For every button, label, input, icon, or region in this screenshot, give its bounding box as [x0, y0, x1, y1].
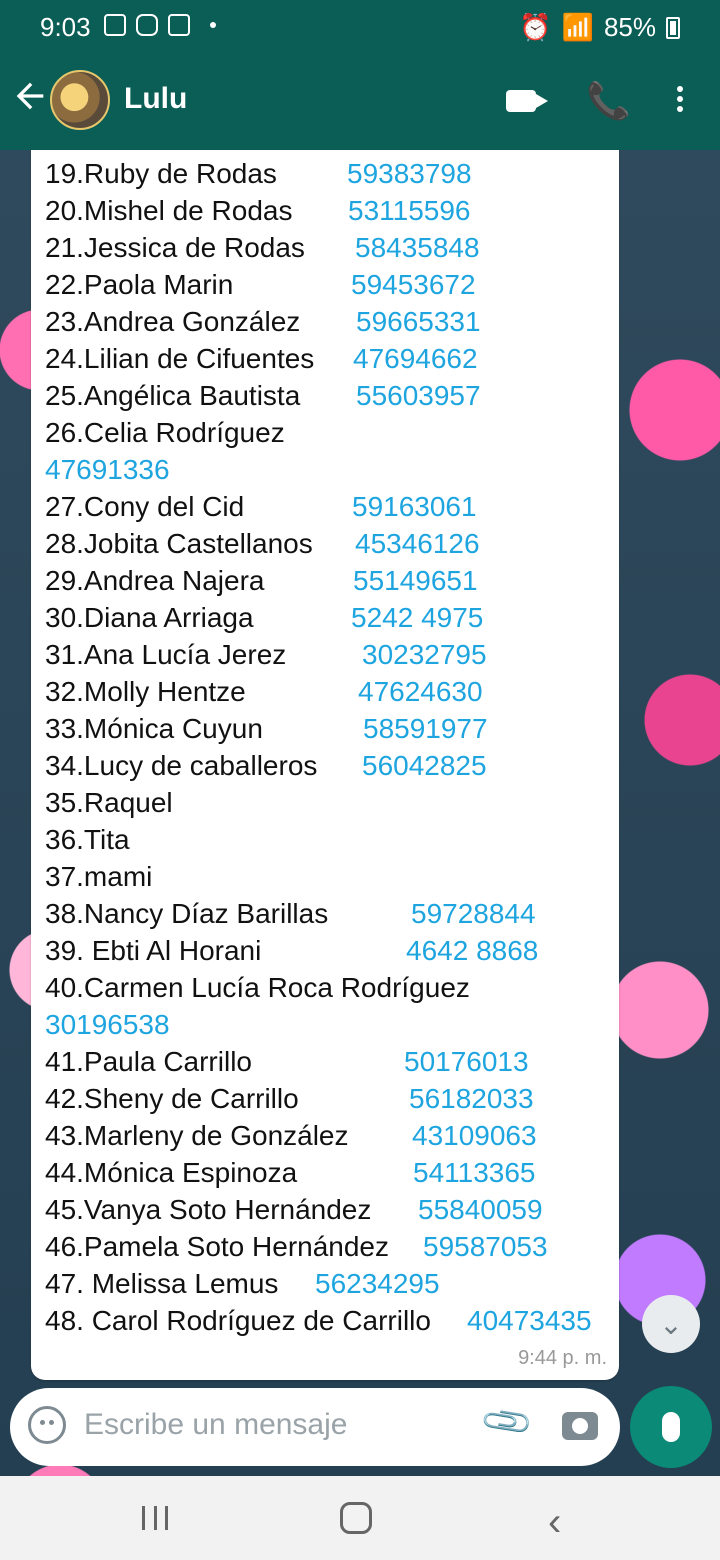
phone-number-link[interactable]: 55603957	[356, 377, 481, 414]
contact-entry-name: 43.Marleny de González	[45, 1120, 349, 1151]
contact-entry-name: 46.Pamela Soto Hernández	[45, 1231, 389, 1262]
video-call-icon[interactable]	[506, 90, 548, 112]
contact-name[interactable]: Lulu	[124, 82, 187, 116]
emoji-icon[interactable]	[28, 1406, 66, 1444]
phone-number-link[interactable]: 55149651	[353, 562, 478, 599]
system-nav-bar: ‹	[0, 1476, 720, 1560]
phone-number-link[interactable]: 5242 4975	[351, 599, 483, 636]
contact-entry-name: 26.Celia Rodríguez	[45, 417, 285, 448]
battery-icon	[666, 16, 680, 39]
phone-number-link[interactable]: 45346126	[355, 525, 480, 562]
contact-entry-name: 47. Melissa Lemus	[45, 1268, 279, 1299]
contact-entry-name: 40.Carmen Lucía Roca Rodríguez	[45, 972, 470, 1003]
phone-number-link[interactable]: 30232795	[362, 636, 487, 673]
contact-entry-name: 45.Vanya Soto Hernández	[45, 1194, 372, 1225]
phone-number-link[interactable]: 53115596	[348, 192, 471, 229]
phone-number-link[interactable]: 59383798	[347, 155, 472, 192]
contact-entry-name: 22.Paola Marin	[45, 269, 234, 300]
phone-number-link[interactable]: 59587053	[423, 1228, 548, 1265]
contact-entry-name: 44.Mónica Espinoza	[45, 1157, 298, 1188]
contact-entry-name: 25.Angélica Bautista	[45, 380, 301, 411]
message-timestamp: 9:44 p. m.	[518, 1347, 607, 1369]
camera-icon[interactable]	[562, 1412, 598, 1440]
phone-number-link[interactable]: 50176013	[404, 1043, 529, 1080]
battery-percent: 85%	[603, 12, 656, 42]
mic-icon	[662, 1412, 680, 1442]
phone-number-link[interactable]: 59728844	[411, 895, 536, 932]
message-text: 19.Ruby de Rodas 59383798 20.Mishel de Ro…	[45, 155, 609, 1339]
mic-button[interactable]	[630, 1386, 712, 1468]
contact-entry-name: 48. Carol Rodríguez de Carrillo	[45, 1305, 431, 1336]
contact-entry-name: 37.mami	[45, 861, 153, 892]
contact-entry-name: 35.Raquel	[45, 787, 173, 818]
contact-entry-name: 34.Lucy de caballeros	[45, 750, 318, 781]
chat-header: Lulu 📞	[0, 52, 720, 150]
contact-entry-name: 29.Andrea Najera	[45, 565, 265, 596]
contact-entry-name: 23.Andrea González	[45, 306, 301, 337]
phone-number-link[interactable]: 55840059	[418, 1191, 543, 1228]
mail-icon	[168, 14, 190, 36]
phone-number-link[interactable]: 56234295	[315, 1265, 440, 1302]
message-input[interactable]: Escribe un mensaje	[84, 1408, 347, 1442]
back-arrow-icon[interactable]	[10, 76, 50, 116]
attach-icon[interactable]: 📎	[478, 1393, 536, 1451]
system-icons: ⏰ 📶 85%	[519, 12, 680, 43]
phone-number-link[interactable]: 47624630	[358, 673, 483, 710]
phone-number-link[interactable]: 47694662	[353, 340, 478, 377]
phone-number-link[interactable]: 47691336	[45, 451, 170, 488]
alarm-icon: ⏰	[519, 12, 552, 42]
phone-number-link[interactable]: 59665331	[356, 303, 481, 340]
contact-avatar[interactable]	[50, 70, 110, 130]
recent-apps-icon[interactable]	[142, 1506, 168, 1530]
notification-icons	[104, 14, 216, 36]
contact-entry-name: 36.Tita	[45, 824, 130, 855]
contact-entry-name: 39. Ebti Al Horani	[45, 935, 262, 966]
contact-entry-name: 33.Mónica Cuyun	[45, 713, 263, 744]
phone-call-icon[interactable]: 📞	[586, 80, 631, 122]
phone-number-link[interactable]: 54113365	[413, 1154, 536, 1191]
status-time: 9:03	[40, 12, 91, 42]
message-bubble[interactable]: 19.Ruby de Rodas 59383798 20.Mishel de Ro…	[31, 150, 619, 1380]
more-notifications-icon	[210, 22, 216, 28]
contact-entry-name: 38.Nancy Díaz Barillas	[45, 898, 329, 929]
contact-entry-name: 42.Sheny de Carrillo	[45, 1083, 299, 1114]
phone-number-link[interactable]: 56042825	[362, 747, 487, 784]
phone-number-link[interactable]: 56182033	[409, 1080, 534, 1117]
wifi-icon: 📶	[561, 12, 594, 42]
message-composer: Escribe un mensaje 📎	[10, 1388, 620, 1466]
contact-entry-name: 31.Ana Lucía Jerez	[45, 639, 287, 670]
contact-entry-name: 21.Jessica de Rodas	[45, 232, 305, 263]
status-bar: 9:03 ⏰ 📶 85%	[0, 0, 720, 52]
contact-entry-name: 41.Paula Carrillo	[45, 1046, 252, 1077]
contact-entry-name: 20.Mishel de Rodas	[45, 195, 293, 226]
chevrons-down-icon[interactable]: ⌄	[642, 1295, 700, 1353]
contact-entry-name: 28.Jobita Castellanos	[45, 528, 313, 559]
phone-number-link[interactable]: 4642 8868	[406, 932, 538, 969]
contact-entry-name: 30.Diana Arriaga	[45, 602, 254, 633]
instagram-icon	[136, 14, 158, 36]
phone-number-link[interactable]: 58435848	[355, 229, 480, 266]
contact-entry-name: 24.Lilian de Cifuentes	[45, 343, 315, 374]
phone-number-link[interactable]: 30196538	[45, 1006, 170, 1043]
phone-number-link[interactable]: 40473435	[467, 1302, 592, 1339]
phone-number-link[interactable]: 58591977	[363, 710, 488, 747]
phone-number-link[interactable]: 59163061	[352, 488, 477, 525]
phone-number-link[interactable]: 43109063	[412, 1117, 537, 1154]
home-icon[interactable]	[340, 1502, 372, 1534]
contact-entry-name: 19.Ruby de Rodas	[45, 158, 277, 189]
contact-entry-name: 32.Molly Hentze	[45, 676, 246, 707]
contact-entry-name: 27.Cony del Cid	[45, 491, 245, 522]
gallery-icon	[104, 14, 126, 36]
nav-back-icon[interactable]: ‹	[548, 1500, 588, 1544]
phone-number-link[interactable]: 59453672	[351, 266, 476, 303]
more-vert-icon[interactable]	[670, 82, 690, 122]
